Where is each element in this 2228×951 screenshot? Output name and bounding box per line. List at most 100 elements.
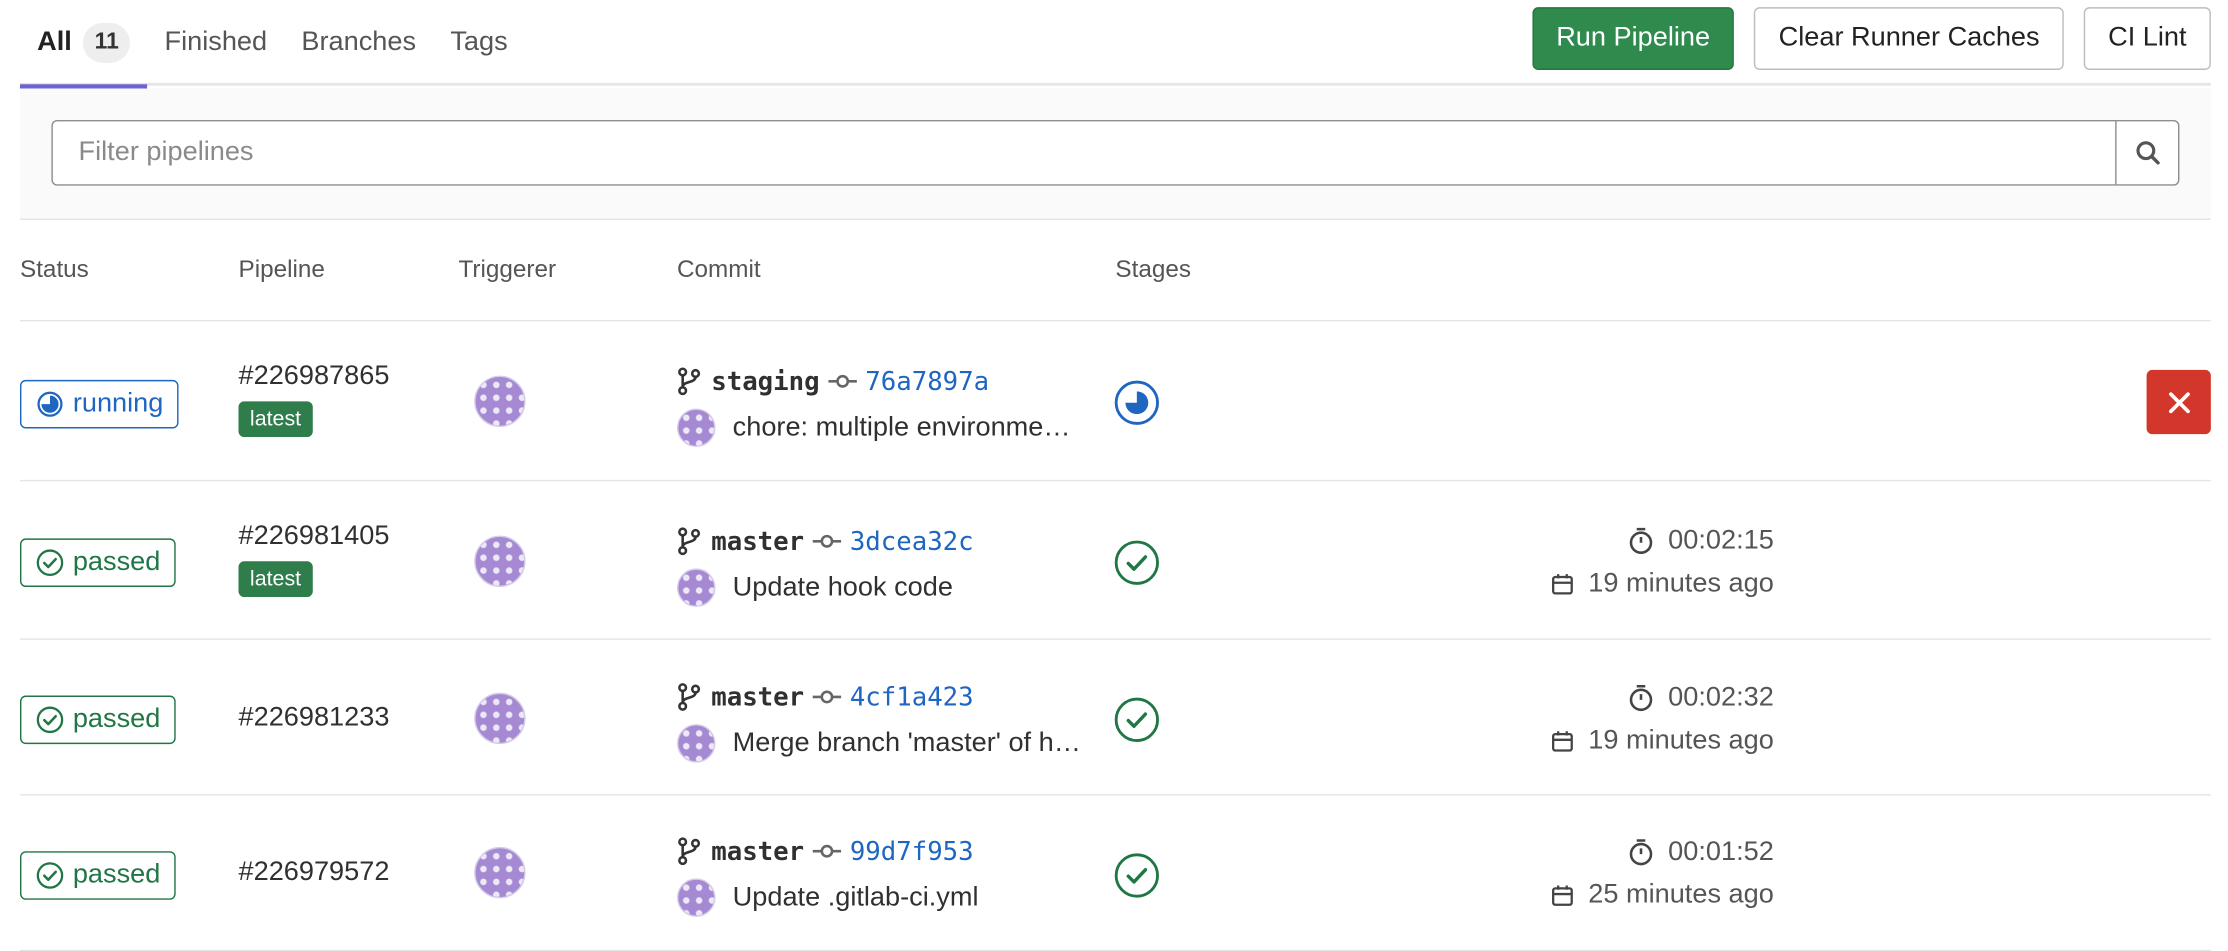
timer-icon: [1629, 684, 1653, 712]
filter-pipelines-input[interactable]: [52, 121, 2116, 185]
pipeline-id-link[interactable]: #226979572: [239, 857, 390, 888]
cancel-pipeline-button[interactable]: [2146, 369, 2211, 435]
finished-time: 19 minutes ago: [1588, 725, 1774, 756]
calendar-icon: [1552, 574, 1573, 595]
running-status-icon: [37, 391, 63, 417]
commit-sha-link[interactable]: 3dcea32c: [850, 526, 974, 556]
table-row: passed #226979572 master 99d7f953 Update…: [19, 797, 2211, 951]
commit-sha-link[interactable]: 99d7f953: [850, 836, 974, 866]
tabs: All 11 Finished Branches Tags: [19, 0, 525, 89]
commit-author-avatar[interactable]: [676, 408, 716, 448]
triggerer-avatar[interactable]: [474, 692, 526, 745]
table-header: Status Pipeline Triggerer Commit Stages: [19, 221, 2211, 322]
tab-finished[interactable]: Finished: [147, 0, 284, 86]
table-row: running #226987865 latest staging 76a789…: [19, 323, 2211, 482]
commit-icon: [812, 690, 842, 704]
check-circle-icon: [1114, 853, 1159, 898]
close-icon: [2168, 391, 2190, 413]
duration: 00:02:15: [1668, 525, 1774, 556]
status-label: passed: [72, 547, 161, 577]
status-label: passed: [72, 859, 161, 890]
status-badge[interactable]: running: [19, 379, 180, 429]
header-actions: Run Pipeline Clear Runner Caches CI Lint: [1531, 7, 2211, 70]
tab-all[interactable]: All 11: [19, 0, 148, 89]
commit-message-link[interactable]: chore: multiple environme…: [733, 412, 1071, 443]
running-stage-icon: [1114, 380, 1159, 425]
pipeline-timing: 00:01:52 25 minutes ago: [1551, 831, 1774, 917]
latest-badge: latest: [238, 561, 313, 597]
commit-message-link[interactable]: Merge branch 'master' of h…: [733, 728, 1081, 759]
check-circle-icon: [1114, 697, 1159, 742]
search-button[interactable]: [2115, 121, 2178, 185]
status-badge[interactable]: passed: [19, 851, 177, 900]
triggerer-avatar[interactable]: [474, 535, 526, 587]
triggerer-avatar[interactable]: [474, 846, 526, 899]
pipeline-id-link[interactable]: #226987865: [239, 361, 390, 392]
latest-badge: latest: [238, 401, 313, 438]
tab-label: Tags: [450, 27, 508, 58]
pipeline-id-link[interactable]: #226981233: [239, 703, 390, 734]
tab-label: Branches: [301, 27, 417, 58]
pipeline-tabs-bar: All 11 Finished Branches Tags Run Pipeli…: [19, 0, 2211, 89]
finished-time: 25 minutes ago: [1588, 879, 1774, 910]
pipeline-id-link[interactable]: #226981405: [239, 521, 390, 552]
commit-sha-link[interactable]: 76a7897a: [865, 366, 989, 396]
tab-label: Finished: [164, 27, 268, 58]
branch-icon: [678, 527, 701, 556]
status-label: passed: [72, 704, 161, 735]
check-circle-icon: [36, 549, 64, 576]
stage-status-button[interactable]: [1114, 697, 1160, 743]
stage-status-button[interactable]: [1114, 540, 1160, 586]
branch-name[interactable]: staging: [711, 366, 819, 396]
tab-branches[interactable]: Branches: [284, 0, 433, 86]
tab-tags[interactable]: Tags: [433, 0, 525, 86]
commit-icon: [828, 374, 857, 388]
branch-icon: [678, 837, 701, 866]
commit-icon: [812, 534, 842, 548]
tab-label: All: [37, 27, 72, 58]
branch-icon: [678, 683, 701, 711]
table-row: passed #226981233 master 4cf1a423 Merge …: [19, 641, 2211, 796]
column-stages: Stages: [1115, 255, 1192, 283]
duration: 00:01:52: [1668, 836, 1774, 867]
timer-icon: [1629, 527, 1653, 554]
pipeline-timing: 00:02:15 19 minutes ago: [1551, 520, 1774, 606]
commit-message-link[interactable]: Update hook code: [733, 572, 953, 603]
status-badge[interactable]: passed: [19, 695, 177, 745]
timer-icon: [1629, 839, 1653, 866]
tab-count-badge: 11: [83, 22, 131, 63]
commit-icon: [812, 844, 842, 858]
search-icon: [2135, 141, 2160, 165]
commit-author-avatar[interactable]: [676, 568, 716, 607]
branch-name[interactable]: master: [711, 836, 804, 866]
pipeline-timing: 00:02:32 19 minutes ago: [1551, 677, 1774, 763]
calendar-icon: [1552, 885, 1573, 906]
calendar-icon: [1552, 731, 1573, 752]
run-pipeline-button[interactable]: Run Pipeline: [1531, 7, 1735, 70]
column-pipeline: Pipeline: [238, 255, 325, 283]
stage-status-button[interactable]: [1114, 853, 1160, 899]
check-circle-icon: [1114, 540, 1159, 585]
check-circle-icon: [36, 862, 64, 889]
table-row: passed #226981405 latest master 3dcea32c…: [19, 483, 2211, 640]
status-badge[interactable]: passed: [19, 538, 177, 587]
commit-author-avatar[interactable]: [676, 878, 716, 917]
column-status: Status: [19, 255, 89, 283]
status-label: running: [72, 388, 164, 419]
clear-runner-caches-button[interactable]: Clear Runner Caches: [1754, 7, 2064, 70]
duration: 00:02:32: [1668, 682, 1774, 713]
branch-name[interactable]: master: [711, 526, 804, 556]
ci-lint-button[interactable]: CI Lint: [2083, 7, 2211, 70]
commit-author-avatar[interactable]: [676, 724, 716, 763]
stage-status-button[interactable]: [1114, 380, 1160, 426]
commit-sha-link[interactable]: 4cf1a423: [850, 682, 974, 712]
column-triggerer: Triggerer: [458, 255, 557, 283]
triggerer-avatar[interactable]: [474, 375, 526, 428]
commit-message-link[interactable]: Update .gitlab-ci.yml: [733, 882, 979, 913]
filter-box: [51, 119, 2180, 186]
check-circle-icon: [36, 706, 64, 734]
finished-time: 19 minutes ago: [1588, 568, 1774, 599]
filter-bar: [19, 88, 2211, 220]
column-commit: Commit: [676, 255, 761, 283]
branch-name[interactable]: master: [711, 682, 804, 712]
